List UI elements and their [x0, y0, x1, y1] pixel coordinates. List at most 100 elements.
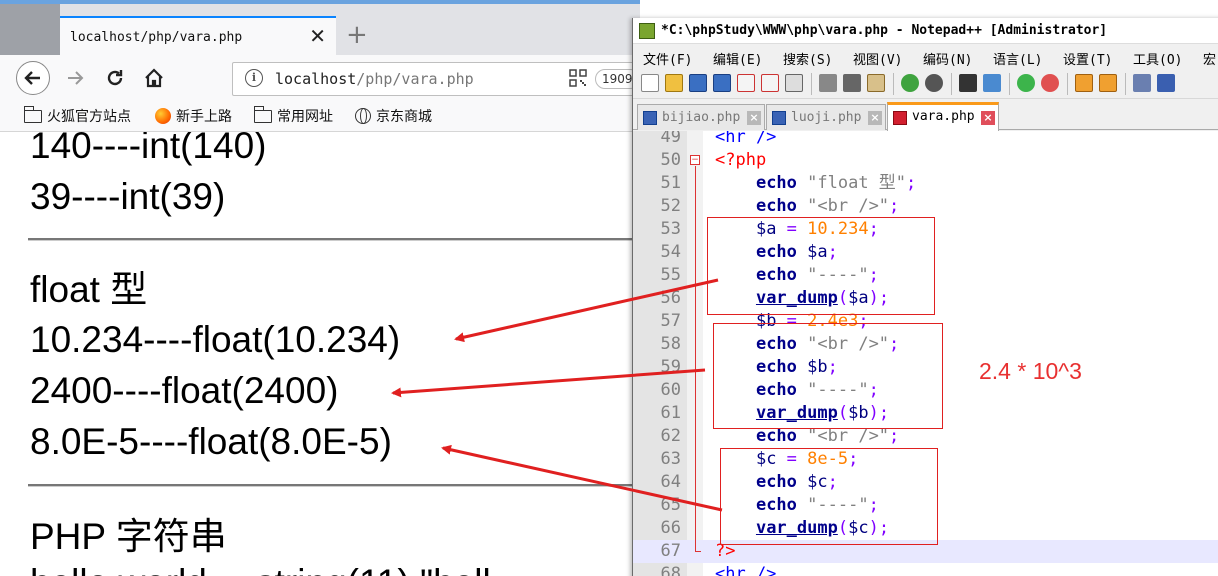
- find-icon[interactable]: [959, 74, 977, 92]
- toolbar-separator: [1009, 73, 1010, 95]
- firefox-window: localhost/php/vara.php ✕ + i localhost/p…: [0, 0, 640, 576]
- line-number: 66: [660, 518, 681, 538]
- toolbar: [633, 69, 1218, 99]
- menu-edit[interactable]: 编辑(E): [713, 49, 762, 68]
- close-icon[interactable]: ✕: [309, 26, 326, 46]
- sync-vertical-icon[interactable]: [1075, 74, 1093, 92]
- toolbar-separator: [951, 73, 952, 95]
- code-text: <hr />: [715, 563, 776, 576]
- bookmark-item[interactable]: 新手上路: [155, 106, 232, 126]
- menu-settings[interactable]: 设置(T): [1063, 49, 1112, 68]
- firefox-icon: [155, 108, 171, 124]
- replace-icon[interactable]: [983, 74, 1001, 92]
- close-icon[interactable]: ×: [981, 111, 995, 125]
- toolbar-separator: [811, 73, 812, 95]
- bookmarks-toolbar: 火狐官方站点 新手上路 常用网址 京东商城: [0, 101, 640, 132]
- horizontal-rule: [28, 484, 640, 487]
- menu-bar: 文件(F) 编辑(E) 搜索(S) 视图(V) 编码(N) 语言(L) 设置(T…: [633, 45, 1218, 69]
- show-all-chars-icon[interactable]: [1157, 74, 1175, 92]
- code-text: <?php: [715, 149, 766, 172]
- section-heading: PHP 字符串: [30, 516, 227, 557]
- close-icon[interactable]: ×: [747, 111, 761, 125]
- tab-vara[interactable]: vara.php ×: [887, 102, 999, 131]
- code-token: ;: [889, 196, 900, 216]
- toolbar-separator: [1067, 73, 1068, 95]
- line-number: 59: [660, 357, 681, 377]
- code-token: <?php: [715, 150, 767, 170]
- tab-luoji[interactable]: luoji.php ×: [766, 104, 886, 130]
- url-text[interactable]: localhost/php/vara.php: [275, 70, 474, 88]
- close-icon[interactable]: ×: [868, 111, 882, 125]
- line-number: 68: [660, 564, 681, 576]
- qr-code-icon[interactable]: [569, 69, 587, 87]
- navigation-toolbar: i localhost/php/vara.php 1909: [0, 55, 640, 101]
- bookmark-item[interactable]: 常用网址: [253, 105, 333, 126]
- code-line[interactable]: 51 echo "float 型";: [633, 172, 1218, 195]
- url-bar[interactable]: i localhost/php/vara.php 1909: [232, 62, 640, 96]
- forward-button[interactable]: [58, 61, 92, 95]
- code-token: echo: [755, 196, 797, 216]
- paste-icon[interactable]: [867, 74, 885, 92]
- menu-language[interactable]: 语言(L): [993, 49, 1042, 68]
- new-file-icon[interactable]: [641, 74, 659, 92]
- back-button[interactable]: [16, 61, 50, 95]
- open-file-icon[interactable]: [665, 74, 683, 92]
- close-all-icon[interactable]: [761, 74, 779, 92]
- copy-icon[interactable]: [843, 74, 861, 92]
- menu-encoding[interactable]: 编码(N): [923, 49, 972, 68]
- save-icon[interactable]: [689, 74, 707, 92]
- line-number: 62: [660, 426, 681, 446]
- tab-bijiao[interactable]: bijiao.php ×: [637, 104, 765, 130]
- site-info-icon[interactable]: i: [245, 69, 263, 87]
- line-number: 67: [660, 541, 681, 561]
- code-token: ;: [906, 173, 917, 193]
- print-icon[interactable]: [785, 74, 803, 92]
- line-number: 57: [660, 311, 681, 331]
- line-number: 65: [660, 495, 681, 515]
- new-tab-button[interactable]: +: [346, 22, 368, 48]
- code-line[interactable]: 52 echo "<br />";: [633, 195, 1218, 218]
- fold-toggle-icon[interactable]: −: [690, 155, 700, 165]
- bookmark-label: 常用网址: [277, 109, 333, 125]
- output-line: 2400----float(2400): [30, 370, 339, 411]
- zoom-out-icon[interactable]: [1041, 74, 1059, 92]
- menu-macro[interactable]: 宏: [1203, 49, 1216, 68]
- menu-view[interactable]: 视图(V): [853, 49, 902, 68]
- redo-icon[interactable]: [925, 74, 943, 92]
- unsaved-file-icon: [893, 111, 907, 125]
- code-token: <hr />: [715, 131, 777, 147]
- cut-icon[interactable]: [819, 74, 837, 92]
- bookmark-item[interactable]: 火狐官方站点: [23, 105, 131, 126]
- url-host: localhost: [275, 70, 357, 88]
- menu-search[interactable]: 搜索(S): [783, 49, 832, 68]
- undo-icon[interactable]: [901, 74, 919, 92]
- window-title: *C:\phpStudy\WWW\php\vara.php - Notepad+…: [661, 23, 1108, 38]
- code-line[interactable]: 68 <hr />: [633, 563, 1218, 576]
- code-line[interactable]: 50 <?php −: [633, 149, 1218, 172]
- home-button[interactable]: [137, 61, 171, 95]
- tab-strip-gutter: [0, 4, 60, 55]
- line-number: 55: [660, 265, 681, 285]
- code-token: "<br />": [807, 196, 890, 216]
- globe-icon: [355, 108, 371, 124]
- code-line[interactable]: 49 <hr />: [633, 131, 1218, 149]
- menu-tools[interactable]: 工具(O): [1133, 49, 1182, 68]
- word-wrap-icon[interactable]: [1133, 74, 1151, 92]
- close-file-icon[interactable]: [737, 74, 755, 92]
- code-text: echo "float 型";: [715, 172, 916, 195]
- code-token: echo: [755, 426, 797, 446]
- save-all-icon[interactable]: [713, 74, 731, 92]
- menu-file[interactable]: 文件(F): [643, 49, 692, 68]
- zoom-in-icon[interactable]: [1017, 74, 1035, 92]
- tab-label: luoji.php: [791, 110, 862, 125]
- output-line: 140----int(140): [30, 132, 267, 166]
- browser-tab-active[interactable]: localhost/php/vara.php ✕: [60, 16, 336, 59]
- saved-file-icon: [643, 111, 657, 125]
- sync-horizontal-icon[interactable]: [1099, 74, 1117, 92]
- bookmark-item[interactable]: 京东商城: [355, 106, 432, 126]
- reload-button[interactable]: [98, 61, 132, 95]
